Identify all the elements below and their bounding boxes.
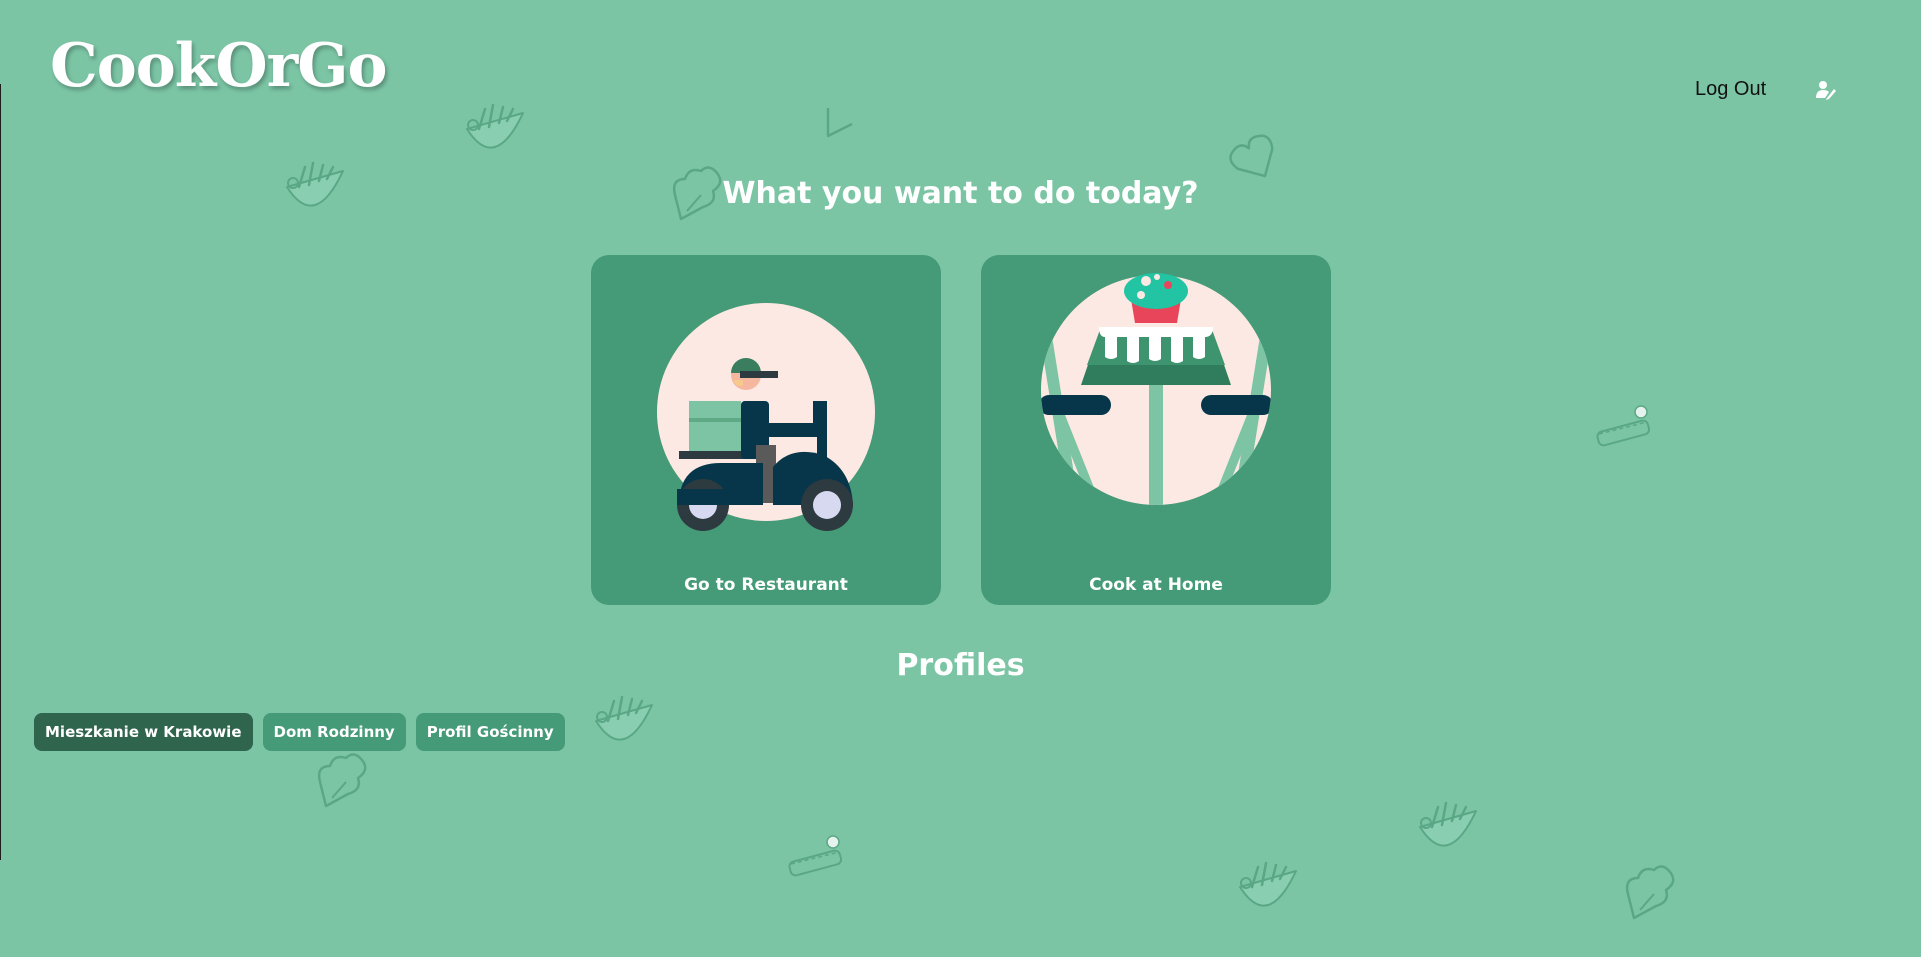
cook-at-home-label: Cook at Home (1089, 575, 1223, 595)
cook-at-home-card[interactable]: Cook at Home (981, 255, 1331, 605)
go-to-restaurant-card[interactable]: Go to Restaurant (591, 255, 941, 605)
app-logo: CookOrGo (50, 31, 388, 101)
dining-table-icon (1041, 273, 1271, 505)
logout-button[interactable]: Log Out (1695, 78, 1766, 101)
background-food-pattern (285, 103, 1675, 920)
profile-button-dom-rodzinny[interactable]: Dom Rodzinny (262, 713, 406, 751)
profile-button-mieszkanie-w-krakowie[interactable]: Mieszkanie w Krakowie (34, 713, 253, 751)
page-question: What you want to do today? (722, 176, 1199, 211)
user-edit-icon[interactable] (1814, 78, 1838, 102)
profile-button-profil-goscinny[interactable]: Profil Gościnny (415, 713, 565, 751)
go-to-restaurant-label: Go to Restaurant (684, 575, 848, 595)
profiles-list: Mieszkanie w Krakowie Dom Rodzinny Profi… (34, 713, 565, 751)
delivery-scooter-icon (657, 303, 875, 531)
profiles-title: Profiles (896, 648, 1025, 683)
